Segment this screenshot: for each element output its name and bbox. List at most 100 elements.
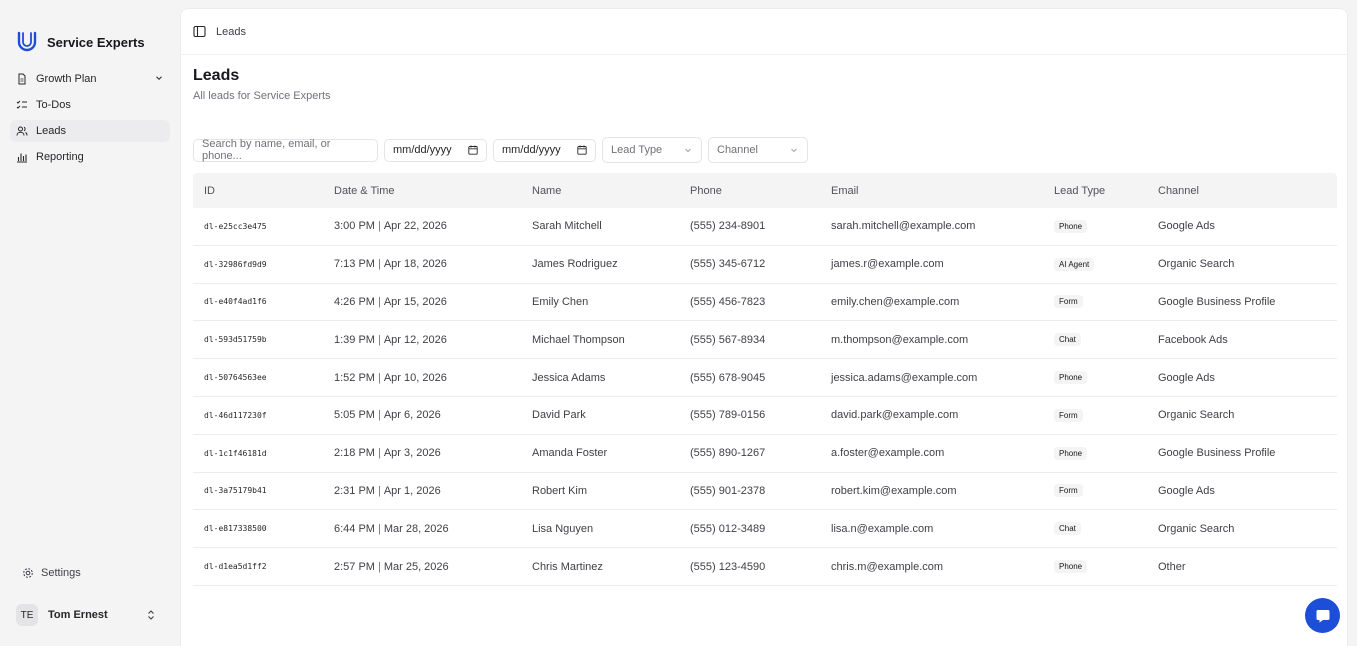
document-icon — [18, 73, 26, 85]
datetime-separator: | — [377, 295, 381, 308]
lead-email: m.thompson@example.com — [831, 333, 969, 346]
lead-phone: (555) 901-2378 — [690, 484, 766, 497]
settings-button[interactable]: Settings — [10, 562, 170, 584]
main-panel: Leads Leads All leads for Service Expert… — [180, 8, 1348, 646]
lead-name: Michael Thompson — [532, 333, 625, 346]
breadcrumb[interactable]: Leads — [216, 26, 246, 38]
brand[interactable]: Service Experts — [0, 0, 180, 68]
table-body: dl-e25cc3e475 3:00 PM | Apr 22, 2026 Sarah M… — [193, 208, 1337, 586]
lead-name: Emily Chen — [532, 295, 589, 308]
datetime-separator: | — [377, 258, 381, 271]
lead-channel: Organic Search — [1158, 522, 1235, 535]
lead-phone: (555) 123-4590 — [690, 560, 766, 573]
datetime-separator: | — [377, 220, 381, 233]
date-from-input[interactable]: mm/dd/yyyy — [384, 138, 487, 162]
sidebar-item-reporting[interactable]: Reporting — [10, 146, 170, 168]
lead-type-cell: Chat — [1043, 522, 1147, 536]
lead-type-select[interactable]: Lead Type — [602, 137, 702, 163]
column-header-id[interactable]: ID — [193, 185, 323, 197]
table-row[interactable]: dl-50764563ee 1:52 PM | Apr 10, 2026 Jessica… — [193, 359, 1337, 397]
datetime-separator: | — [377, 560, 381, 573]
lead-id: dl-e40f4ad1f6 — [204, 297, 267, 307]
lead-channel: Organic Search — [1158, 409, 1235, 422]
lead-email: james.r@example.com — [831, 258, 944, 271]
sidebar-toggle-icon[interactable] — [193, 25, 206, 38]
table-row[interactable]: dl-e40f4ad1f6 4:26 PM | Apr 15, 2026 Emily C… — [193, 284, 1337, 322]
sidebar-item-label: To-Dos — [36, 99, 71, 111]
search-input[interactable]: Search by name, email, or phone... — [193, 138, 378, 162]
lead-name: Jessica Adams — [532, 371, 606, 384]
lead-id: dl-50764563ee — [204, 373, 267, 383]
table-row[interactable]: dl-32986fd9d9 7:13 PM | Apr 18, 2026 James R… — [193, 246, 1337, 284]
lead-time: 3:00 PM — [334, 220, 375, 233]
lead-email: emily.chen@example.com — [831, 295, 960, 308]
lead-id: dl-32986fd9d9 — [204, 259, 267, 269]
gear-icon — [23, 568, 33, 578]
brand-name: Service Experts — [47, 34, 145, 50]
filter-bar: Search by name, email, or phone... mm/dd… — [181, 102, 1347, 163]
lead-datetime: 2:18 PM | Apr 3, 2026 — [323, 447, 521, 459]
lead-date: Apr 12, 2026 — [383, 333, 447, 346]
lead-type-badge: Form — [1054, 408, 1083, 422]
lead-datetime: 5:05 PM | Apr 6, 2026 — [323, 409, 521, 421]
table-row[interactable]: dl-e817338500 6:44 PM | Mar 28, 2026 Lisa Ng… — [193, 510, 1337, 549]
calendar-icon[interactable] — [577, 145, 587, 155]
sidebar-item-to-dos[interactable]: To-Dos — [10, 94, 170, 116]
lead-channel: Google Ads — [1158, 220, 1215, 233]
lead-datetime: 7:13 PM | Apr 18, 2026 — [323, 258, 521, 270]
table-row[interactable]: dl-d1ea5d1ff2 2:57 PM | Mar 25, 2026 Chris M… — [193, 548, 1337, 586]
lead-phone: (555) 456-7823 — [690, 295, 766, 308]
lead-type-cell: Form — [1043, 408, 1147, 422]
lead-time: 2:18 PM — [334, 447, 375, 460]
column-header-channel[interactable]: Channel — [1147, 185, 1337, 197]
lead-phone: (555) 567-8934 — [690, 333, 766, 346]
table-row[interactable]: dl-e25cc3e475 3:00 PM | Apr 22, 2026 Sarah M… — [193, 208, 1337, 246]
calendar-icon[interactable] — [468, 145, 478, 155]
lead-date: Mar 25, 2026 — [383, 560, 449, 573]
sidebar-item-growth-plan[interactable]: Growth Plan — [10, 68, 170, 90]
sidebar-item-leads[interactable]: Leads — [10, 120, 170, 142]
lead-date: Apr 10, 2026 — [383, 371, 447, 384]
table-row[interactable]: dl-3a75179b41 2:31 PM | Apr 1, 2026 Robert K… — [193, 473, 1337, 511]
lead-type-badge: Phone — [1054, 219, 1088, 233]
lead-type-badge: Form — [1054, 484, 1083, 498]
table-header: ID Date & Time Name Phone Email Lead Typ… — [193, 173, 1337, 208]
column-header-phone[interactable]: Phone — [679, 185, 820, 197]
chevron-down-icon[interactable] — [154, 73, 164, 83]
date-to-input[interactable]: mm/dd/yyyy — [493, 138, 596, 162]
datetime-separator: | — [377, 447, 381, 460]
lead-type-cell: Phone — [1043, 371, 1147, 385]
lead-date: Apr 22, 2026 — [383, 220, 447, 233]
date-from-value: mm/dd/yyyy — [393, 144, 452, 156]
table-row[interactable]: dl-46d117230f 5:05 PM | Apr 6, 2026 David Pa… — [193, 397, 1337, 435]
column-header-email[interactable]: Email — [820, 185, 1043, 197]
lead-channel: Other — [1158, 560, 1186, 573]
lead-time: 6:44 PM — [334, 522, 375, 535]
lead-datetime: 3:00 PM | Apr 22, 2026 — [323, 220, 521, 232]
table-row[interactable]: dl-1c1f46181d 2:18 PM | Apr 3, 2026 Amanda F… — [193, 435, 1337, 473]
lead-type-badge: Phone — [1054, 371, 1088, 385]
lead-name: James Rodriguez — [532, 258, 618, 271]
lead-email: jessica.adams@example.com — [831, 371, 978, 384]
lead-datetime: 1:39 PM | Apr 12, 2026 — [323, 334, 521, 346]
user-menu[interactable]: TE Tom Ernest — [10, 602, 170, 628]
lead-name: Chris Martinez — [532, 560, 603, 573]
lead-time: 4:26 PM — [334, 295, 375, 308]
column-header-datetime[interactable]: Date & Time — [323, 185, 521, 197]
lead-datetime: 2:31 PM | Apr 1, 2026 — [323, 485, 521, 497]
channel-select[interactable]: Channel — [708, 137, 808, 163]
lead-type-cell: AI Agent — [1043, 257, 1147, 271]
lead-phone: (555) 234-8901 — [690, 220, 766, 233]
chat-bubble-icon — [1316, 609, 1329, 622]
chevron-up-down-icon — [148, 610, 154, 620]
table-row[interactable]: dl-593d51759b 1:39 PM | Apr 12, 2026 Michael… — [193, 321, 1337, 360]
lead-time: 2:31 PM — [334, 484, 375, 497]
page-scrollbar[interactable] — [1349, 0, 1357, 646]
lead-name: Amanda Foster — [532, 447, 608, 460]
column-header-name[interactable]: Name — [521, 185, 679, 197]
lead-email: sarah.mitchell@example.com — [831, 220, 976, 233]
column-header-lead-type[interactable]: Lead Type — [1043, 185, 1147, 197]
channel-select-value: Channel — [717, 144, 758, 156]
lead-phone: (555) 345-6712 — [690, 258, 766, 271]
chat-button[interactable] — [1305, 598, 1340, 633]
